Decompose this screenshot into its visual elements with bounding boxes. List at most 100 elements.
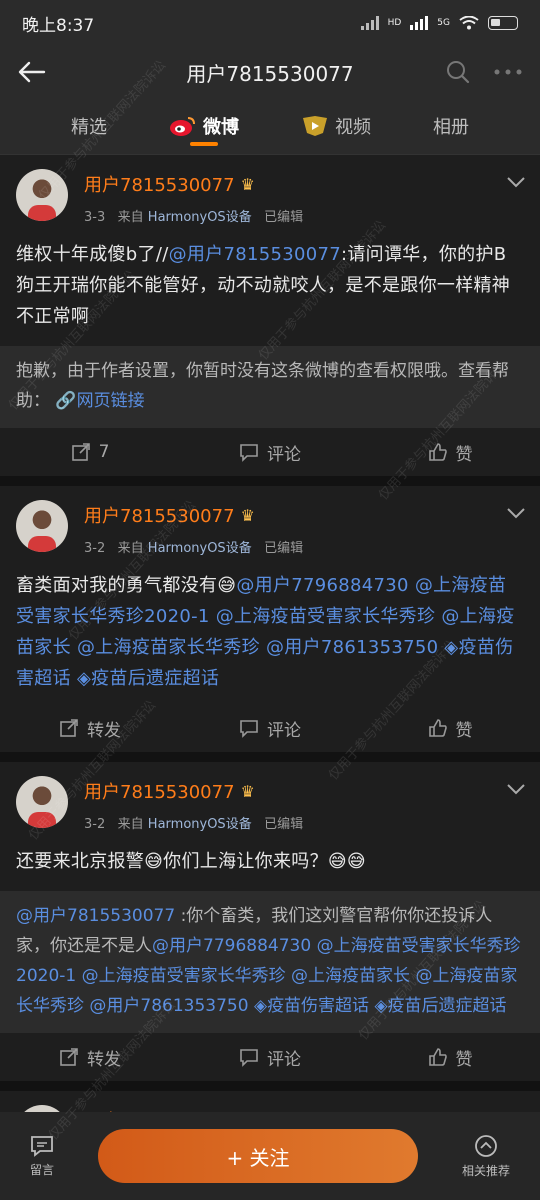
mention-link[interactable]: @用户7796884730 [152,936,311,956]
like-button[interactable]: 赞 [360,1045,540,1070]
comment-button[interactable]: 评论 [180,440,360,465]
username[interactable]: 用户7815530077♛ [84,502,303,528]
super-topic-link[interactable]: ◈疫苗伤害超话 [254,996,369,1016]
like-label: 赞 [455,720,473,741]
source-prefix: 来自 [117,210,144,225]
chevron-down-icon [507,784,525,795]
tab-weibo[interactable]: 微博 [169,98,239,154]
video-badge-icon [303,116,327,136]
device-source: HarmonyOS设备 [147,210,252,225]
text-segment: 还要来北京报警😅你们上海让你来吗？😅😅 [16,851,366,872]
network-type: 5G [437,18,450,28]
follow-button[interactable]: + 关注 [98,1129,418,1183]
post-menu-button[interactable] [506,173,526,192]
action-bar: 7 评论 赞 [0,428,540,476]
like-button[interactable]: 赞 [360,716,540,741]
source-prefix: 来自 [117,817,144,832]
comment-button[interactable]: 评论 [180,1045,360,1070]
post-meta: 3-2 来自 HarmonyOS设备 已编辑 [84,537,303,556]
crown-icon: ♛ [240,505,255,525]
message-icon [31,1135,53,1157]
repost-button[interactable]: 7 [0,442,180,462]
wifi-icon [459,16,479,30]
comment-button[interactable]: 评论 [180,716,360,741]
mention-link[interactable]: @用户7861353750 [89,996,248,1016]
status-icons: HD 5G [360,16,518,30]
search-icon [447,61,470,84]
back-button[interactable] [16,56,48,88]
avatar[interactable] [16,776,68,828]
post-card[interactable]: 用户7815530077 ♛ 3-3 来自 HarmonyOS设备 已编辑 维权十… [0,155,540,476]
mention-link[interactable]: @用户7815530077 [169,244,341,265]
mention-link[interactable]: @上海疫苗受害家长华秀珍 [216,606,436,627]
comment-label: 评论 [267,720,301,741]
battery-icon [488,16,518,30]
mention-link[interactable]: @上海疫苗家长 [291,966,410,986]
post-card[interactable]: 用户7815530077 ♛ 3-2 来自 HarmonyOS设备 已编辑 畜类面… [0,486,540,752]
retweet-notice: 抱歉，由于作者设置，你暂时没有这条微博的查看权限哦。查看帮助： 🔗网页链接 [0,346,540,428]
edited-label: 已编辑 [264,541,304,556]
arrow-left-icon [18,61,46,83]
topic-label: 疫苗伤害超话 [267,996,370,1016]
status-bar: 晚上8:37 HD 5G [0,0,540,46]
signal-icon-2 [410,16,429,30]
edited-label: 已编辑 [264,817,304,832]
comment-icon [240,1049,258,1067]
post-meta: 3-3 来自 HarmonyOS设备 已编辑 [84,206,303,225]
mention-link[interactable]: @用户7861353750 [266,637,438,658]
like-label: 赞 [455,444,473,465]
avatar[interactable] [16,169,68,221]
repost-count: 7 [98,442,110,462]
mention-link[interactable]: @上海疫苗受害家长华秀珍 [82,966,286,986]
post-date: 3-3 [84,210,106,225]
like-label: 赞 [455,1049,473,1070]
thumbs-up-icon [428,1048,447,1066]
text-segment: 维权十年成傻b了// [16,244,169,265]
topic-label: 疫苗后遗症超话 [387,996,507,1016]
bottom-bar: 留言 + 关注 相关推荐 [0,1112,540,1200]
feed: 用户7815530077 ♛ 3-3 来自 HarmonyOS设备 已编辑 维权十… [0,155,540,1157]
post-date: 3-2 [84,817,106,832]
username[interactable]: 用户7815530077♛ [84,171,303,197]
repost-label: 转发 [87,1049,121,1070]
web-link[interactable]: 🔗网页链接 [50,391,144,411]
comment-label: 评论 [267,1049,301,1070]
device-source: HarmonyOS设备 [147,541,252,556]
post-date: 3-2 [84,541,106,556]
comment-label: 评论 [267,444,301,465]
repost-icon [60,1048,78,1066]
text-segment: 畜类面对我的勇气都没有😅 [16,575,237,596]
tab-album[interactable]: 相册 [433,98,469,154]
related-label: 相关推荐 [461,1163,510,1178]
avatar[interactable] [16,500,68,552]
tab-video[interactable]: 视频 [301,98,371,154]
retweet-content[interactable]: @用户7815530077 :你个畜类，我们这刘警官帮你你还投诉人家，你还是不是… [0,891,540,1033]
mention-link[interactable]: @用户7815530077 [16,906,175,926]
mention-link[interactable]: @上海疫苗家长华秀珍 [77,637,260,658]
tab-label: 相册 [433,117,469,138]
like-button[interactable]: 赞 [360,440,540,465]
repost-button[interactable]: 转发 [0,1045,180,1070]
thumbs-up-icon [428,443,447,461]
message-button[interactable]: 留言 [30,1135,54,1178]
related-button[interactable]: 相关推荐 [462,1134,510,1179]
search-button[interactable] [442,56,474,88]
post-menu-button[interactable] [506,780,526,799]
post-menu-button[interactable] [506,504,526,523]
follow-label: + 关注 [226,1145,290,1170]
super-topic-link[interactable]: ◈疫苗后遗症超话 [77,668,219,689]
action-bar: 转发 评论 赞 [0,704,540,752]
more-button[interactable] [492,56,524,88]
repost-button[interactable]: 转发 [0,716,180,741]
signal-icon [360,16,379,30]
super-topic-link[interactable]: ◈疫苗后遗症超话 [374,996,506,1016]
repost-icon [60,719,78,737]
username[interactable]: 用户7815530077♛ [84,778,303,804]
post-text: 维权十年成傻b了//@用户7815530077:请问谭华，你的护B狗王开瑞你能不… [0,225,540,342]
tab-featured[interactable]: 精选 [71,98,107,154]
mention-link[interactable]: @用户7796884730 [236,575,408,596]
profile-tabs: 精选 微博 视频 相册 [0,98,540,155]
weibo-logo-icon [170,117,195,136]
crown-icon: ♛ [240,781,255,801]
post-card[interactable]: 用户7815530077 ♛ 3-2 来自 HarmonyOS设备 已编辑 还要来… [0,762,540,1081]
